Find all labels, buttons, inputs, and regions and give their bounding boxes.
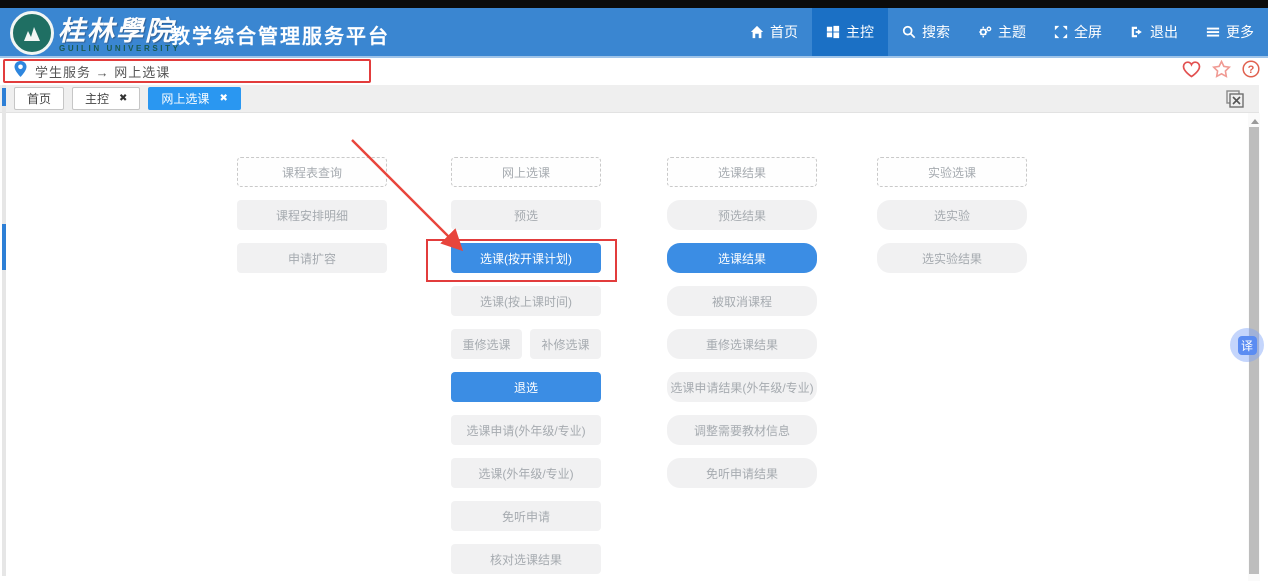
- logout-icon: [1130, 25, 1144, 39]
- more-icon: [1206, 25, 1220, 39]
- menu-button-selection-apply-result-other-grade[interactable]: 选课申请结果(外年级/专业): [667, 372, 817, 402]
- fullscreen-icon: [1054, 25, 1068, 39]
- left-scroll-thumb[interactable]: [2, 88, 6, 106]
- nav-label: 全屏: [1074, 22, 1102, 42]
- windows-icon: [826, 25, 840, 39]
- menu-button-apply-capacity-expansion[interactable]: 申请扩容: [237, 243, 387, 273]
- app-window: 桂林學院 GUILIN UNIVERSITY 教学综合管理服务平台 首页 主控 …: [0, 0, 1268, 581]
- menu-button-selection-result[interactable]: 选课结果: [667, 243, 817, 273]
- nav-item-main-control[interactable]: 主控: [812, 8, 888, 56]
- logo-emblem-icon: [10, 11, 54, 55]
- menu-button-cancelled-courses[interactable]: 被取消课程: [667, 286, 817, 316]
- menu-button-select-other-grade[interactable]: 选课(外年级/专业): [451, 458, 601, 488]
- tab-close-icon[interactable]: ✖: [219, 93, 227, 104]
- search-icon: [902, 25, 916, 39]
- menu-button-exemption-apply[interactable]: 免听申请: [451, 501, 601, 531]
- logo-chinese-name: 桂林學院: [58, 9, 174, 48]
- left-scroll-track[interactable]: [2, 85, 6, 576]
- menu-column-4: 实验选课 选实验 选实验结果: [877, 157, 1027, 273]
- nav-label: 退出: [1150, 22, 1178, 42]
- menu-button-select-by-class-time[interactable]: 选课(按上课时间): [451, 286, 601, 316]
- logo-english-name: GUILIN UNIVERSITY: [59, 44, 181, 53]
- scrollbar-up-arrow-icon[interactable]: [1251, 119, 1259, 124]
- translate-icon: 译: [1238, 336, 1257, 355]
- nav-item-search[interactable]: 搜索: [888, 8, 964, 56]
- menu-button-experiment-selection[interactable]: 实验选课: [877, 157, 1027, 187]
- menu-button-adjust-textbook-info[interactable]: 调整需要教材信息: [667, 415, 817, 445]
- star-icon[interactable]: [1212, 60, 1231, 83]
- menu-button-retake-selection-result[interactable]: 重修选课结果: [667, 329, 817, 359]
- menu-button-online-course-selection[interactable]: 网上选课: [451, 157, 601, 187]
- location-pin-icon: [14, 61, 27, 82]
- menu-column-2: 网上选课 预选 选课(按开课计划) 选课(按上课时间) 重修选课 补修选课 退选…: [451, 157, 601, 574]
- menu-column-1: 课程表查询 课程安排明细 申请扩容: [237, 157, 387, 273]
- nav-label: 首页: [770, 22, 798, 42]
- tab-home[interactable]: 首页: [14, 87, 64, 110]
- help-icon[interactable]: ?: [1242, 60, 1260, 83]
- gears-icon: [978, 25, 992, 39]
- top-black-bar: [0, 0, 1268, 8]
- nav-label: 主题: [998, 22, 1026, 42]
- translate-badge[interactable]: 译: [1230, 328, 1264, 362]
- tab-main-control[interactable]: 主控 ✖: [72, 87, 140, 110]
- tab-label: 主控: [85, 90, 109, 107]
- nav-item-fullscreen[interactable]: 全屏: [1040, 8, 1116, 56]
- left-scroll-thumb[interactable]: [2, 224, 6, 270]
- heart-icon[interactable]: [1182, 61, 1201, 83]
- nav-item-theme[interactable]: 主题: [964, 8, 1040, 56]
- nav-item-logout[interactable]: 退出: [1116, 8, 1192, 56]
- app-header: 桂林學院 GUILIN UNIVERSITY 教学综合管理服务平台 首页 主控 …: [0, 8, 1268, 58]
- tab-label: 网上选课: [161, 90, 209, 107]
- nav-label: 搜索: [922, 22, 950, 42]
- tab-bar: 首页 主控 ✖ 网上选课 ✖: [0, 85, 1259, 113]
- tab-online-course-selection[interactable]: 网上选课 ✖: [148, 87, 240, 110]
- top-nav: 首页 主控 搜索 主题 全屏 退出: [736, 8, 1268, 56]
- menu-button-preselect-result[interactable]: 预选结果: [667, 200, 817, 230]
- menu-button-selection-result-dashed[interactable]: 选课结果: [667, 157, 817, 187]
- close-all-tabs-icon[interactable]: [1226, 90, 1244, 108]
- breadcrumb: 学生服务 → 网上选课: [35, 62, 170, 81]
- menu-column-3: 选课结果 预选结果 选课结果 被取消课程 重修选课结果 选课申请结果(外年级/专…: [667, 157, 817, 488]
- nav-item-more[interactable]: 更多: [1192, 8, 1268, 56]
- menu-button-verify-selection-result[interactable]: 核对选课结果: [451, 544, 601, 574]
- menu-button-retake-selection[interactable]: 重修选课: [451, 329, 522, 359]
- nav-label: 主控: [846, 22, 874, 42]
- menu-button-pair: 重修选课 补修选课: [451, 329, 601, 359]
- svg-text:?: ?: [1248, 64, 1255, 76]
- menu-button-select-experiment-result[interactable]: 选实验结果: [877, 243, 1027, 273]
- breadcrumb-row: 学生服务 → 网上选课 ?: [0, 58, 1268, 85]
- university-logo: [10, 11, 54, 55]
- menu-button-preselect[interactable]: 预选: [451, 200, 601, 230]
- menu-button-course-timetable-query[interactable]: 课程表查询: [237, 157, 387, 187]
- home-icon: [750, 25, 764, 39]
- menu-button-course-arrangement-detail[interactable]: 课程安排明细: [237, 200, 387, 230]
- menu-button-makeup-selection[interactable]: 补修选课: [530, 329, 601, 359]
- page-title: 教学综合管理服务平台: [170, 20, 390, 49]
- tab-close-icon[interactable]: ✖: [119, 93, 127, 104]
- nav-item-home[interactable]: 首页: [736, 8, 812, 56]
- menu-button-select-by-course-plan[interactable]: 选课(按开课计划): [451, 243, 601, 273]
- menu-button-selection-apply-other-grade[interactable]: 选课申请(外年级/专业): [451, 415, 601, 445]
- menu-button-exemption-apply-result[interactable]: 免听申请结果: [667, 458, 817, 488]
- menu-button-withdraw-selection[interactable]: 退选: [451, 372, 601, 402]
- menu-button-select-experiment[interactable]: 选实验: [877, 200, 1027, 230]
- tab-label: 首页: [27, 90, 51, 107]
- nav-label: 更多: [1226, 22, 1254, 42]
